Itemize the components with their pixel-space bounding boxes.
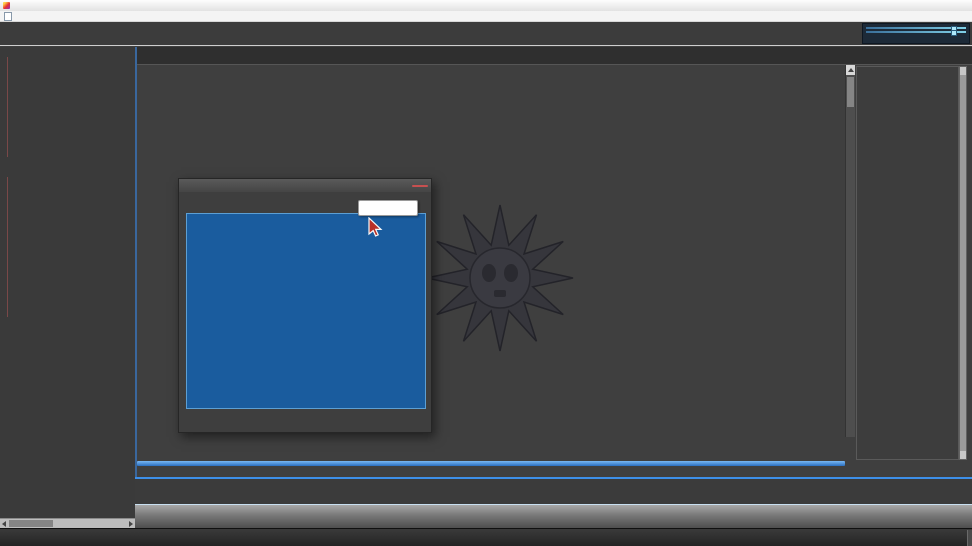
dialog-button-panel	[186, 213, 426, 409]
decorative-icon-strip	[137, 437, 967, 448]
dialog-close-button[interactable]	[412, 185, 428, 187]
tree-connector	[7, 57, 8, 157]
menu-bar	[0, 11, 972, 22]
letter-shortcut-bar	[135, 504, 972, 528]
player-panel[interactable]	[862, 23, 970, 44]
scrollbar-thumb[interactable]	[9, 520, 53, 527]
show-desktop-button[interactable]	[967, 530, 972, 546]
windows-taskbar	[0, 528, 972, 546]
sun-watermark	[425, 203, 575, 353]
tools-dialog	[178, 178, 432, 433]
scrollbar-thumb[interactable]	[847, 77, 854, 107]
category-tabbar	[137, 47, 972, 65]
window-titlebar	[0, 0, 972, 11]
chat-scrollbar[interactable]	[845, 65, 855, 437]
player-seek-slider[interactable]	[866, 27, 966, 29]
nicklist-panel	[856, 66, 959, 460]
message-input[interactable]	[137, 461, 845, 466]
player-volume-slider[interactable]	[866, 31, 966, 33]
mouse-cursor-icon	[366, 217, 384, 239]
scroll-up-icon[interactable]	[846, 65, 855, 75]
channel-tree-sidebar	[0, 47, 135, 518]
mirc-window	[0, 0, 972, 546]
scroll-right-icon[interactable]	[129, 521, 133, 527]
tree-connector	[7, 177, 8, 317]
dialog-titlebar[interactable]	[179, 179, 431, 192]
document-icon	[4, 12, 12, 21]
mirc-app-icon	[3, 2, 10, 9]
acro-tooltip	[358, 200, 418, 216]
nicklist-scrollbar[interactable]	[959, 66, 967, 460]
main-toolbar	[0, 22, 972, 46]
sidebar-horizontal-scrollbar[interactable]	[0, 518, 135, 528]
scroll-left-icon[interactable]	[2, 521, 6, 527]
status-bar	[135, 477, 972, 504]
